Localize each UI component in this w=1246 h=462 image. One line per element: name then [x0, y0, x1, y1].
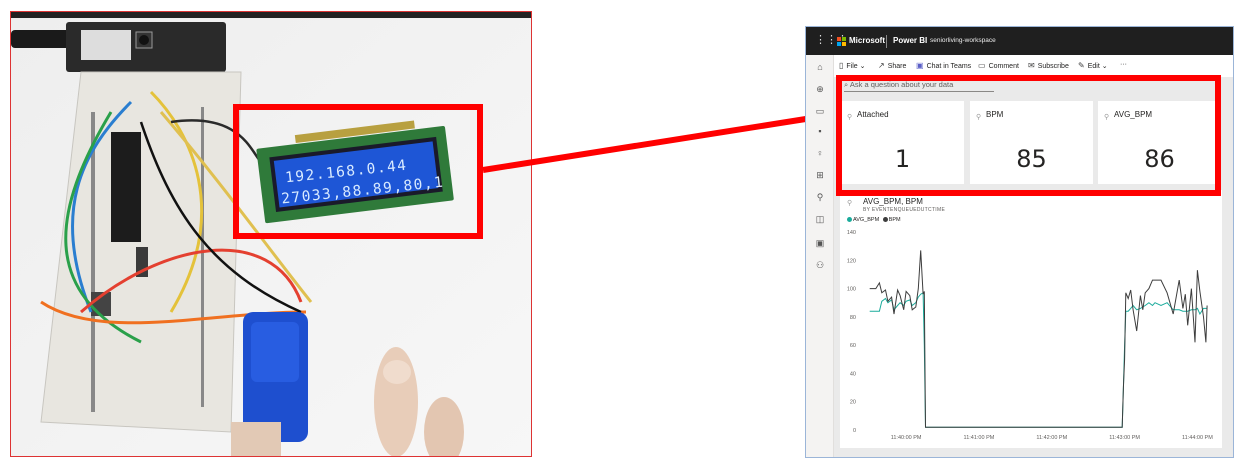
- line-chart: 0 20 40 60 80 100 120 140 11:40:00 PM 11:41:00 PM…: [847, 230, 1213, 441]
- home-icon[interactable]: ⌂: [814, 61, 826, 73]
- mail-icon: ✉: [1028, 61, 1035, 70]
- subscribe-button[interactable]: ✉ Subscribe: [1028, 61, 1069, 70]
- tiles-highlight-box: [836, 75, 1221, 196]
- y-tick-label: 0: [853, 428, 856, 434]
- arrow-line: [482, 115, 813, 173]
- teams-icon: ▣: [916, 61, 924, 70]
- y-tick-label: 40: [850, 371, 856, 377]
- edit-menu[interactable]: ✎ Edit ⌄: [1078, 61, 1108, 70]
- topbar-divider: [886, 35, 887, 48]
- pencil-icon: ✎: [1078, 61, 1085, 70]
- y-tick-label: 140: [847, 230, 856, 236]
- share-icon: ↗: [878, 61, 885, 70]
- apps-icon[interactable]: ⊞: [814, 169, 826, 181]
- share-button[interactable]: ↗ Share: [878, 61, 906, 70]
- goals-icon[interactable]: ♀: [814, 147, 826, 159]
- people-icon[interactable]: ⚇: [814, 259, 826, 271]
- chart-title: AVG_BPM, BPM: [863, 197, 923, 206]
- comment-button[interactable]: ▭ Comment: [978, 61, 1019, 70]
- metrics-icon[interactable]: ⚲: [814, 191, 826, 203]
- y-tick-label: 60: [850, 343, 856, 349]
- file-icon: ▯: [839, 61, 844, 70]
- y-tick-label: 80: [850, 315, 856, 321]
- learn-icon[interactable]: ◫: [814, 213, 826, 225]
- workspace-name[interactable]: seniorliving-workspace: [930, 37, 996, 44]
- y-tick-label: 20: [850, 400, 856, 406]
- brand-name: Microsoft: [849, 36, 885, 45]
- x-tick-label: 11:40:00 PM: [891, 435, 922, 441]
- pin-icon[interactable]: ⚲: [847, 199, 852, 207]
- y-tick-label: 120: [847, 258, 856, 264]
- left-nav: ⌂ ⊕ ▭ ▪ ♀ ⊞ ⚲ ◫ ▣ ⚇: [806, 55, 834, 457]
- workspaces-icon[interactable]: ▣: [814, 237, 826, 249]
- x-tick-label: 11:43:00 PM: [1109, 435, 1140, 441]
- action-toolbar: ▯ File ⌄ ↗ Share ▣ Chat in Teams ▭ Comment ✉…: [834, 55, 1233, 77]
- browse-icon[interactable]: ▭: [814, 105, 826, 117]
- y-tick-label: 100: [847, 287, 856, 293]
- microsoft-logo-icon: [837, 37, 846, 46]
- create-icon[interactable]: ⊕: [814, 83, 826, 95]
- datahub-icon[interactable]: ▪: [814, 125, 826, 137]
- top-bar: ⋮⋮⋮ Microsoft Power BI seniorliving-work…: [806, 27, 1233, 55]
- chart-subtitle: BY EVENTENQUEUEDUTCTIME: [863, 207, 946, 213]
- file-menu[interactable]: ▯ File ⌄: [839, 61, 866, 70]
- chat-in-teams-button[interactable]: ▣ Chat in Teams: [916, 61, 971, 70]
- product-name[interactable]: Power BI: [893, 36, 927, 45]
- x-tick-label: 11:41:00 PM: [964, 435, 995, 441]
- series-line-avg-bpm[interactable]: [869, 291, 1208, 428]
- x-tick-label: 11:44:00 PM: [1182, 435, 1213, 441]
- x-tick-label: 11:42:00 PM: [1036, 435, 1067, 441]
- series-line-bpm[interactable]: [869, 250, 1208, 428]
- more-options-button[interactable]: ···: [1120, 61, 1127, 68]
- comment-icon: ▭: [978, 61, 986, 70]
